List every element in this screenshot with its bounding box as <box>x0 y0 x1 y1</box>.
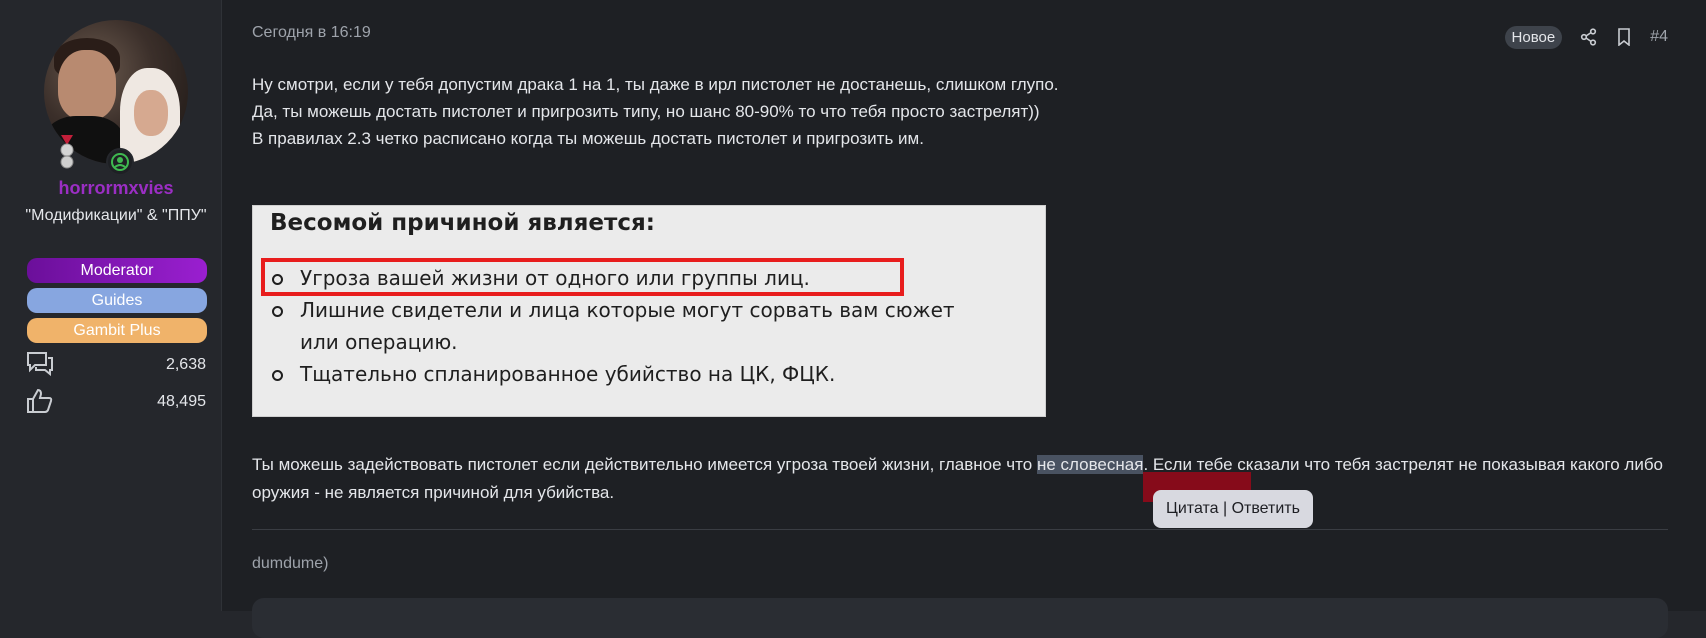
post-number[interactable]: #4 <box>1650 28 1668 46</box>
selected-text: не словесная <box>1036 455 1144 474</box>
rules-screenshot[interactable]: Весомой причиной является: Угроза вашей … <box>252 205 1046 417</box>
post-paragraph-2: Ты можешь задействовать пистолет если де… <box>252 451 1672 507</box>
post-line-2: Да, ты можешь достать пистолет и пригроз… <box>252 102 1040 121</box>
rules-item: Тщательно спланированное убийство на ЦК,… <box>270 358 980 390</box>
banner-guides: Guides <box>27 288 207 313</box>
post-actions: Новое #4 <box>1504 24 1668 50</box>
bookmark-icon[interactable] <box>1616 28 1632 46</box>
banner-gambit-plus: Gambit Plus <box>27 318 207 343</box>
signature: dumdume) <box>252 555 329 572</box>
new-badge: Новое <box>1504 25 1563 49</box>
rules-heading: Весомой причиной является: <box>270 210 655 236</box>
user-sidebar: horrormxvies "Модификации" & "ППУ" Moder… <box>0 0 221 611</box>
reactions-stat: 48,495 <box>26 387 206 415</box>
quote-reply-popup[interactable]: Цитата | Ответить <box>1153 490 1313 528</box>
post-body: Ну смотри, если у тебя допустим драка 1 … <box>252 71 1652 152</box>
username[interactable]: horrormxvies <box>0 178 232 199</box>
messages-count: 2,638 <box>165 356 206 373</box>
next-post-container <box>252 598 1668 638</box>
red-highlight-box <box>261 258 904 296</box>
thumbs-up-icon <box>27 388 53 413</box>
user-title: "Модификации" & "ППУ" <box>25 207 207 224</box>
paragraph-2-text: Ты можешь задействовать пистолет если де… <box>252 455 1037 474</box>
post-line-3: В правилах 2.3 четко расписано когда ты … <box>252 129 924 148</box>
post-timestamp[interactable]: Сегодня в 16:19 <box>252 24 371 42</box>
medal-icon <box>60 135 74 169</box>
post-line-1: Ну смотри, если у тебя допустим драка 1 … <box>252 75 1059 94</box>
rules-item: Лишние свидетели и лица которые могут со… <box>270 294 980 358</box>
share-icon[interactable] <box>1580 28 1598 46</box>
signature-divider <box>252 529 1668 530</box>
messages-icon <box>27 352 53 377</box>
reactions-count: 48,495 <box>157 393 206 410</box>
online-status-icon <box>106 148 134 176</box>
banner-moderator: Moderator <box>27 258 207 283</box>
messages-stat: 2,638 <box>26 350 206 378</box>
